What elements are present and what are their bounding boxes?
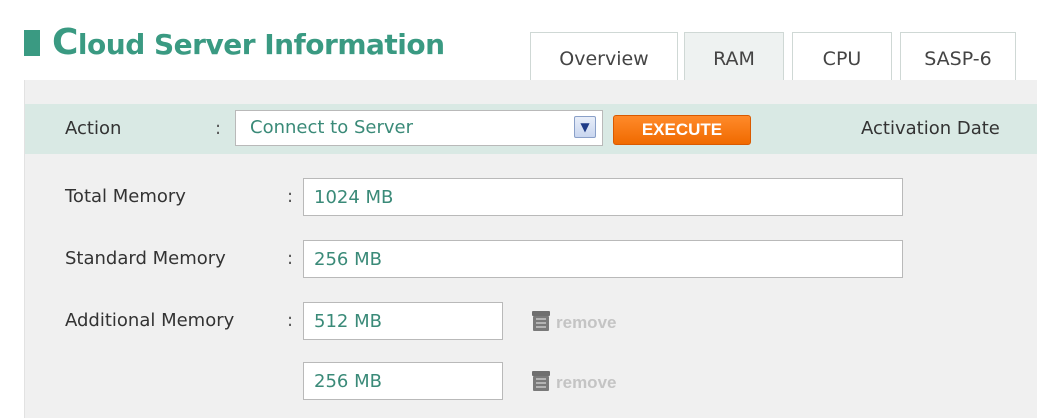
standard-memory-field[interactable]: 256 MB <box>303 240 903 278</box>
standard-memory-label: Standard Memory <box>65 248 226 269</box>
additional-memory-value-2: 256 MB <box>314 371 382 392</box>
remove-button-1[interactable]: remove <box>529 310 616 334</box>
total-memory-colon: : <box>287 186 294 207</box>
page-title: Cloud Server Information <box>52 22 445 63</box>
activation-date-label: Activation Date <box>861 118 1000 139</box>
page-title-rest: loud Server Information <box>77 28 445 61</box>
tab-cpu[interactable]: CPU <box>792 32 892 80</box>
tab-overview[interactable]: Overview <box>530 32 678 80</box>
page-title-initial: C <box>52 22 78 63</box>
additional-memory-field-2[interactable]: 256 MB <box>303 362 503 400</box>
tab-sasp-6[interactable]: SASP-6 <box>900 32 1016 80</box>
standard-memory-value: 256 MB <box>314 249 382 270</box>
trash-icon <box>532 311 550 331</box>
chevron-down-icon[interactable]: ▼ <box>574 116 596 138</box>
trash-icon <box>532 371 550 391</box>
action-select-value: Connect to Server <box>250 117 413 138</box>
remove-label-2: remove <box>556 373 617 392</box>
additional-memory-field-1[interactable]: 512 MB <box>303 302 503 340</box>
action-bar: Action : Connect to Server ▼ EXECUTE Act… <box>25 104 1037 154</box>
additional-memory-label: Additional Memory <box>65 310 235 331</box>
action-select[interactable]: Connect to Server ▼ <box>235 110 603 146</box>
action-label: Action <box>65 118 122 139</box>
execute-button[interactable]: EXECUTE <box>613 115 751 145</box>
additional-memory-colon: : <box>287 310 294 331</box>
total-memory-field[interactable]: 1024 MB <box>303 178 903 216</box>
total-memory-label: Total Memory <box>65 186 186 207</box>
additional-memory-value-1: 512 MB <box>314 311 382 332</box>
standard-memory-colon: : <box>287 248 294 269</box>
ram-panel: Action : Connect to Server ▼ EXECUTE Act… <box>24 80 1037 418</box>
tab-ram[interactable]: RAM <box>684 32 784 80</box>
total-memory-value: 1024 MB <box>314 187 394 208</box>
remove-button-2[interactable]: remove <box>529 370 616 394</box>
remove-label-1: remove <box>556 313 617 332</box>
action-colon: : <box>215 118 222 139</box>
title-accent-bar <box>24 30 40 56</box>
